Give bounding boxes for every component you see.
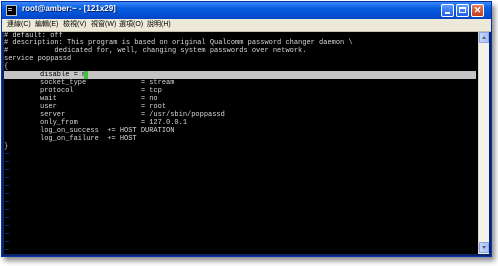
vertical-scrollbar[interactable] <box>478 32 489 254</box>
terminal-line: } <box>4 143 9 151</box>
terminal-area[interactable]: # default: off # description: This progr… <box>4 32 478 254</box>
terminal-line: # description: This program is based on … <box>4 39 353 47</box>
window-title: root@amber:~ - [121x29] <box>22 4 116 13</box>
terminal-line: user = root <box>40 103 167 111</box>
empty-line-marker: ~ <box>5 215 10 223</box>
empty-line-marker: ~ <box>5 191 10 199</box>
menu-edit[interactable]: 編輯(E) <box>35 20 58 30</box>
scroll-down-button[interactable] <box>479 242 489 253</box>
minimize-icon <box>445 12 450 14</box>
empty-line-marker: ~ <box>5 247 10 254</box>
menu-help[interactable]: 說明(H) <box>147 20 171 30</box>
empty-line-marker: ~ <box>5 167 10 175</box>
minimize-button[interactable] <box>441 4 454 17</box>
maximize-icon <box>459 7 466 13</box>
maximize-button[interactable] <box>456 4 469 17</box>
menu-connect[interactable]: 連線(C) <box>7 20 31 30</box>
empty-line-marker: ~ <box>5 239 10 247</box>
terminal-line: protocol = tcp <box>40 87 162 95</box>
terminal-window: root@amber:~ - [121x29] ✕ 連線(C) 編輯(E) 檢視… <box>1 1 492 257</box>
menu-view[interactable]: 檢視(V) <box>63 20 86 30</box>
terminal-line: socket_type = stream <box>40 79 175 87</box>
highlighted-line: disable = n <box>40 71 87 79</box>
terminal-line: wait = no <box>40 95 158 103</box>
terminal-line: log_on_failure += HOST <box>40 135 137 143</box>
empty-line-marker: ~ <box>5 199 10 207</box>
empty-line-marker: ~ <box>5 175 10 183</box>
menu-options[interactable]: 選項(O) <box>119 20 143 30</box>
empty-line-marker: ~ <box>5 159 10 167</box>
terminal-line: server = /usr/sbin/poppassd <box>40 111 225 119</box>
terminal-line: log_on_success += HOST DURATION <box>40 127 175 135</box>
text-cursor <box>84 71 88 79</box>
terminal-line: service poppassd <box>4 55 72 63</box>
empty-line-marker: ~ <box>5 151 10 159</box>
menu-bar: 連線(C) 編輯(E) 檢視(V) 視窗(W) 選項(O) 說明(H) <box>2 19 491 32</box>
terminal-line: { <box>4 63 9 71</box>
terminal-line: # dedicated for, well, changing system p… <box>4 47 307 55</box>
scroll-up-button[interactable] <box>479 32 489 43</box>
terminal-app-icon[interactable] <box>6 5 17 16</box>
empty-line-marker: ~ <box>5 207 10 215</box>
empty-line-marker: ~ <box>5 231 10 239</box>
empty-line-marker: ~ <box>5 223 10 231</box>
close-button[interactable]: ✕ <box>471 4 484 17</box>
empty-line-marker: ~ <box>5 183 10 191</box>
close-icon: ✕ <box>473 5 482 15</box>
title-bar[interactable]: root@amber:~ - [121x29] ✕ <box>2 2 491 19</box>
menu-window[interactable]: 視窗(W) <box>91 20 116 30</box>
terminal-line: only_from = 127.0.0.1 <box>40 119 188 127</box>
